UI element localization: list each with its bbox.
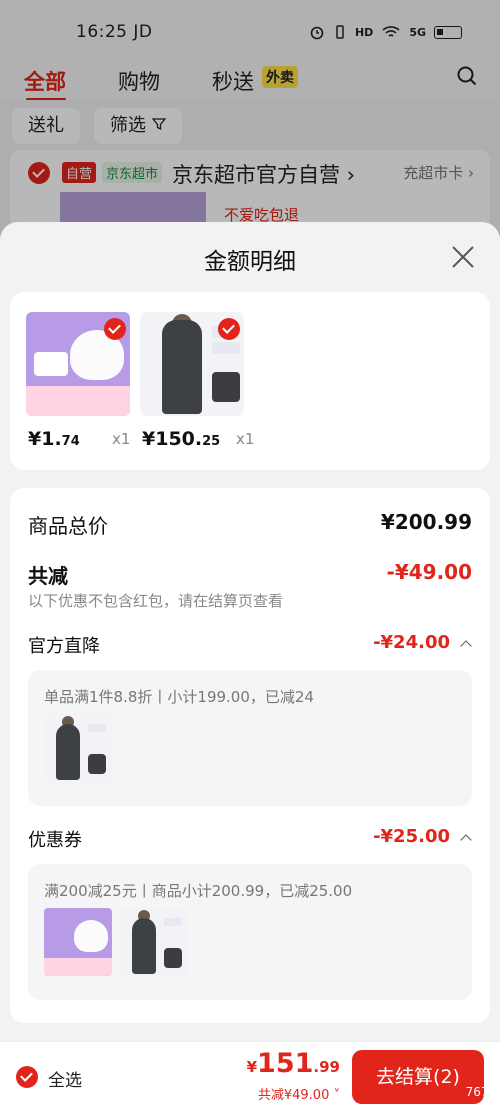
product-checkbox[interactable] [104, 318, 126, 340]
select-all-checkbox[interactable] [16, 1066, 38, 1088]
product-price: ¥1.74 [28, 428, 80, 450]
total-discount-value: -¥49.00 [386, 560, 472, 584]
product-art [132, 918, 156, 974]
total-price-value: ¥200.99 [380, 510, 472, 534]
close-icon[interactable] [450, 244, 476, 270]
product-art [164, 948, 182, 968]
coupon-label: 优惠券 [28, 830, 82, 851]
product-art [162, 320, 202, 414]
price-breakdown-card: 商品总价 ¥200.99 共减 -¥49.00 以下优惠不包含红包，请在结算页查… [10, 488, 490, 1023]
direct-discount-value[interactable]: -¥24.00 [373, 632, 450, 653]
product-quantity: x1 [112, 430, 131, 448]
product-image [140, 312, 244, 416]
checkout-button[interactable]: 去结算(2) [352, 1050, 484, 1104]
product-item[interactable]: ¥150.25 x1 [140, 312, 254, 450]
coupon-note: 满200减25元丨商品小计200.99，已减25.00 [44, 882, 353, 900]
selected-products-card: ¥1.74 x1 ¥150.25 x1 [10, 292, 490, 470]
select-all-label[interactable]: 全选 [48, 1066, 82, 1091]
product-quantity: x1 [236, 430, 255, 448]
product-item[interactable]: ¥1.74 x1 [26, 312, 130, 450]
product-checkbox[interactable] [218, 318, 240, 340]
product-thumbnail [120, 908, 188, 976]
amount-detail-sheet: 金额明细 ¥1.74 x1 ¥150.25 x1 商品总价 ¥200.99 共减… [0, 222, 500, 1111]
total-payable: ¥151.99 [246, 1048, 340, 1079]
product-art [164, 918, 182, 926]
product-thumbnail [44, 908, 112, 976]
product-art [212, 372, 240, 402]
direct-discount-note: 单品满1件8.8折丨小计199.00，已减24 [44, 688, 314, 706]
product-art [56, 724, 80, 780]
product-art [88, 724, 106, 732]
total-saved[interactable]: 共减¥49.00 ˅ [258, 1084, 340, 1103]
total-price-label: 商品总价 [28, 514, 108, 538]
product-price: ¥150.25 [142, 428, 221, 450]
product-image [26, 312, 130, 416]
product-art-tag [34, 352, 68, 376]
corner-watermark: 767tt [465, 1085, 498, 1099]
sheet-title: 金额明细 [204, 249, 296, 275]
chevron-up-icon[interactable] [460, 640, 472, 652]
product-art [88, 754, 106, 774]
product-art-band [26, 386, 130, 416]
coupon-value[interactable]: -¥25.00 [373, 826, 450, 847]
chevron-up-icon[interactable] [460, 834, 472, 846]
product-thumbnail [44, 714, 112, 782]
product-art-band [44, 958, 112, 976]
total-discount-label: 共减 [28, 564, 68, 588]
product-art [212, 342, 240, 354]
direct-discount-details: 单品满1件8.8折丨小计199.00，已减24 [28, 670, 472, 806]
discount-note: 以下优惠不包含红包，请在结算页查看 [28, 592, 284, 610]
product-art [74, 920, 108, 952]
direct-discount-label: 官方直降 [28, 636, 100, 657]
checkout-bar: 全选 ¥151.99 共减¥49.00 ˅ 去结算(2) 767tt [0, 1041, 500, 1111]
coupon-details: 满200减25元丨商品小计200.99，已减25.00 [28, 864, 472, 1000]
